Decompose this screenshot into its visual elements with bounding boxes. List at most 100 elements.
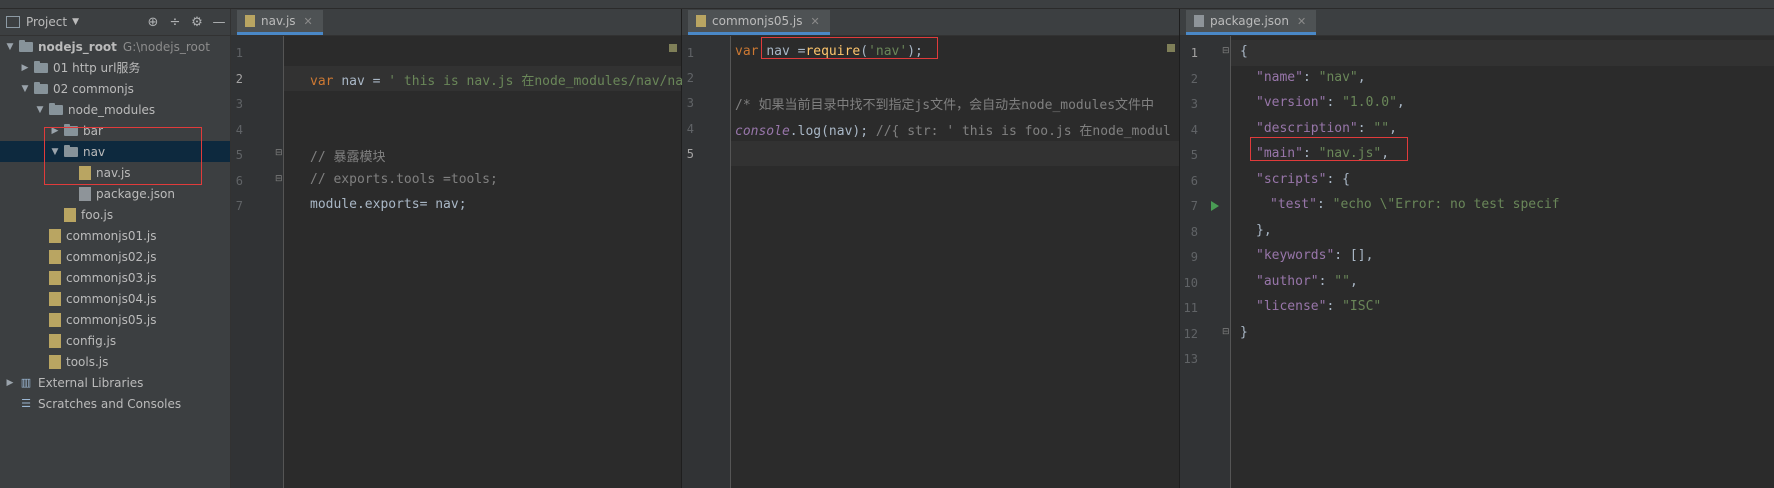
line-number: 2 [1190,71,1198,86]
tree-item-label: External Libraries [38,375,144,390]
code-line[interactable]: module.exports= nav; [310,197,467,212]
tab-nav-js[interactable]: nav.js ✕ [237,10,323,35]
folder-icon [34,81,48,94]
editor-commonjs05-js[interactable]: commonjs05.js ✕ 1 var nav =require('nav');… [682,9,1180,488]
code-line[interactable]: "scripts": { [1256,172,1350,187]
library-icon: ▥ [20,375,32,389]
root-path: G:\nodejs_root [122,39,210,54]
code-line[interactable]: "keywords": [], [1256,248,1373,263]
js-file-icon [49,312,61,327]
inspection-marker[interactable] [1167,44,1175,52]
code-line[interactable]: var nav = ' this is nav.js 在node_modules… [310,70,722,89]
line-number: 8 [1190,224,1198,239]
js-file-icon [49,354,61,369]
code-line[interactable]: }, [1256,223,1272,238]
fold-icon[interactable]: ⊟ [1222,46,1230,56]
folder-icon [64,144,78,157]
chevron-right-icon[interactable]: ▶ [4,378,16,388]
locate-icon[interactable]: ⊕ [142,15,164,30]
code-line[interactable]: "test": "echo \"Error: no test specif [1270,197,1560,212]
code-line[interactable]: "main": "nav.js", [1256,146,1389,161]
tree-item[interactable]: package.json [0,183,230,204]
line-number: 2 [686,71,694,86]
tree-item[interactable]: ▶ 01 http url服务 [0,57,230,78]
line-number: 5 [1190,148,1198,162]
line-number: 6 [235,173,243,188]
code-line[interactable]: "version": "1.0.0", [1256,95,1405,110]
folder-icon [34,60,48,73]
tree-item[interactable]: ▶ bar [0,120,230,141]
project-title[interactable]: Project [26,15,67,29]
chevron-down-icon[interactable]: ▼ [49,147,61,157]
fold-icon[interactable]: ⊟ [275,174,283,184]
code-line[interactable]: /* 如果当前目录中找不到指定js文件，会自动去node_modules文件中 [735,94,1154,113]
tree-item[interactable]: commonjs05.js [0,309,230,330]
tab-package-json[interactable]: package.json ✕ [1186,10,1317,35]
chevron-down-icon[interactable]: ▼ [72,17,79,27]
json-file-icon [79,186,91,201]
inspection-marker[interactable] [669,44,677,52]
code-line[interactable]: "license": "ISC" [1256,299,1381,314]
tree-item-label: package.json [96,186,176,201]
tree-item[interactable]: config.js [0,330,230,351]
project-panel-header: Project ▼ ⊕ ÷ ⚙ — [0,9,230,36]
chevron-down-icon[interactable]: ▼ [19,84,31,94]
line-number: 1 [1190,46,1198,60]
close-icon[interactable]: ✕ [1297,15,1306,28]
editor-nav-js[interactable]: nav.js ✕ 1 2 var nav = ' this is nav.js 在no… [231,9,722,488]
code-line[interactable]: console.log(nav); //{ str: ' this is foo… [735,120,1171,139]
close-icon[interactable]: ✕ [304,15,313,28]
code-line[interactable]: } [1240,325,1248,340]
chevron-right-icon[interactable]: ▶ [49,126,61,136]
tree-item[interactable]: ▼ node_modules [0,99,230,120]
code-line[interactable]: // exports.tools =tools; [310,172,498,187]
tree-item-label: commonjs02.js [66,249,157,264]
line-number: 4 [686,121,694,136]
tree-item[interactable]: ▼ nav [0,141,230,162]
line-number: 4 [1190,122,1198,137]
chevron-down-icon[interactable]: ▼ [4,42,16,52]
line-number: 12 [1183,326,1198,341]
editor-package-json[interactable]: package.json ✕ 1 {2 "name": "nav", 3 "version… [1180,9,1774,488]
tree-item[interactable]: commonjs04.js [0,288,230,309]
code-line[interactable]: "author": "", [1256,274,1358,289]
tree-item[interactable]: commonjs02.js [0,246,230,267]
close-icon[interactable]: ✕ [811,15,820,28]
fold-icon[interactable]: ⊟ [1222,327,1230,337]
fold-icon[interactable]: ⊟ [275,148,283,158]
tree-item[interactable]: ▼ 02 commonjs [0,78,230,99]
chevron-right-icon[interactable]: ▶ [19,63,31,73]
run-icon[interactable] [1211,201,1219,211]
line-number: 5 [686,146,694,161]
tree-item[interactable]: tools.js [0,351,230,372]
tree-item[interactable]: nav.js [0,162,230,183]
code-line[interactable]: "description": "", [1256,121,1397,136]
tree-item[interactable]: ▶ ▥ External Libraries [0,372,230,393]
gear-icon[interactable]: ⚙ [186,15,208,30]
line-number: 3 [686,96,694,111]
code-line[interactable]: var nav =require('nav'); [735,44,923,59]
minimize-icon[interactable]: — [208,15,230,30]
code-line[interactable]: { [1240,44,1248,59]
tree-item[interactable]: ☰ Scratches and Consoles [0,393,230,414]
scratches-icon: ☰ [21,396,31,410]
current-line-highlight [1231,40,1774,66]
tree-item-label: 01 http url服务 [53,61,141,75]
code-line[interactable]: // 暴露模块 [310,146,385,165]
line-number: 2 [235,71,243,86]
tab-commonjs05-js[interactable]: commonjs05.js ✕ [688,10,830,35]
chevron-down-icon[interactable]: ▼ [34,105,46,115]
code-line[interactable]: "name": "nav", [1256,70,1366,85]
tree-item-label: nav.js [96,165,131,180]
line-number: 3 [1190,97,1198,111]
tree-item[interactable]: commonjs01.js [0,225,230,246]
tree-item[interactable]: ▼ nodejs_root G:\nodejs_root [0,36,230,57]
tree-item[interactable]: commonjs03.js [0,267,230,288]
line-number: 1 [686,46,694,60]
line-number: 3 [235,97,243,111]
collapse-icon[interactable]: ÷ [164,15,186,30]
tree-item-label: commonjs05.js [66,312,157,327]
tree-item[interactable]: foo.js [0,204,230,225]
tree-item-label: commonjs03.js [66,270,157,285]
js-file-icon [49,249,61,264]
